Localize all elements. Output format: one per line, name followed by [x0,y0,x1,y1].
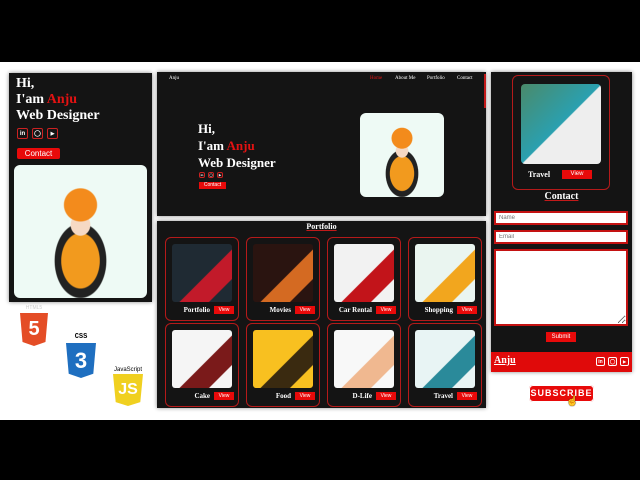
youtube-icon[interactable]: ▶ [47,128,58,139]
portfolio-card: D-Life View [327,323,401,407]
github-icon[interactable]: ◯ [208,172,214,178]
hero-hi: Hi, [198,121,215,136]
javascript-logo: JavaScript JS [113,367,143,407]
youtube-icon[interactable]: ▶ [217,172,223,178]
view-button[interactable]: View [457,392,477,400]
project-thumbnail [172,244,232,302]
contact-button[interactable]: Contact [17,148,60,159]
hero-role: Web Designer [198,155,276,170]
portfolio-card: Portfolio View [165,237,239,321]
portfolio-card: Movies View [246,237,320,321]
hero-name: Anju [226,138,255,153]
project-label: Portfolio [183,306,210,314]
contact-button[interactable]: Contact [199,182,226,189]
nav-about[interactable]: About Me [395,76,415,81]
portfolio-title: Portfolio [306,222,337,231]
github-icon[interactable]: ◯ [608,357,617,366]
project-label: Movies [269,306,291,314]
contact-title: Contact [544,191,579,202]
project-label: Cake [194,392,210,400]
linkedin-icon[interactable]: in [17,128,28,139]
featured-card: Travel View [512,75,610,190]
featured-label: Travel [528,170,551,179]
linkedin-icon[interactable]: in [596,357,605,366]
html5-logo: HTML5 5 [20,305,48,347]
css3-label: CSS [74,333,88,341]
view-button[interactable]: View [376,306,396,314]
project-thumbnail [172,330,232,388]
email-input[interactable] [494,230,628,244]
project-label: Travel [433,392,453,400]
css3-icon: 3 [66,343,96,378]
html5-label: HTML5 [25,305,43,311]
portfolio-card: Travel View [408,323,482,407]
project-label: Shopping [424,306,453,314]
hero-hi: Hi, [16,76,35,91]
footer-brand: Anju [494,355,516,366]
portfolio-card: Food View [246,323,320,407]
css3-logo: CSS 3 [66,333,96,378]
nav-contact[interactable]: Contact [457,76,473,81]
portfolio-card: Car Rental View [327,237,401,321]
avatar-illustration [360,113,444,197]
travel-thumbnail [521,84,601,164]
mobile-hero-panel: Hi, I'am Anju Web Designer in ◯ ▶ Contac… [9,73,152,302]
portfolio-card: Cake View [165,323,239,407]
hand-cursor-icon: ☝ [566,396,579,407]
desktop-hero-panel: Anju Home About Me Portfolio Contact Hi,… [157,72,486,216]
javascript-icon: JS [113,374,143,406]
hero-iam: I'am [198,138,227,153]
view-button[interactable]: View [562,170,592,179]
hero-name: Anju [46,92,78,107]
html5-icon: 5 [20,313,48,346]
nav-portfolio[interactable]: Portfolio [427,76,445,81]
linkedin-icon[interactable]: in [199,172,205,178]
github-icon[interactable]: ◯ [32,128,43,139]
footer: Anju in ◯ ▶ [491,352,632,372]
portfolio-card: Shopping View [408,237,482,321]
portfolio-panel: Portfolio Portfolio View Movies View Car… [157,221,486,408]
submit-button[interactable]: Submit [546,332,576,342]
view-button[interactable]: View [214,392,234,400]
name-input[interactable] [494,211,628,225]
project-label: Car Rental [338,306,372,314]
project-thumbnail [415,330,475,388]
view-button[interactable]: View [376,392,396,400]
project-thumbnail [334,330,394,388]
view-button[interactable]: View [295,306,315,314]
project-thumbnail [253,244,313,302]
avatar-illustration [14,165,147,298]
project-thumbnail [334,244,394,302]
view-button[interactable]: View [295,392,315,400]
youtube-icon[interactable]: ▶ [620,357,629,366]
scrollbar[interactable] [484,74,486,108]
message-textarea[interactable] [494,249,628,326]
hero-role: Web Designer [16,108,100,123]
mobile-contact-panel: Travel View Contact Submit Anju in ◯ ▶ [491,72,632,372]
javascript-label: JavaScript [113,367,142,373]
project-thumbnail [253,330,313,388]
project-label: D-Life [352,392,372,400]
hero-iam: I'am [16,92,47,107]
nav-home[interactable]: Home [370,76,382,81]
project-thumbnail [415,244,475,302]
view-button[interactable]: View [457,306,477,314]
view-button[interactable]: View [214,306,234,314]
project-label: Food [275,392,291,400]
nav-brand[interactable]: Anju [169,76,179,81]
subscribe-button[interactable]: SUBSCRIBE [529,385,594,402]
